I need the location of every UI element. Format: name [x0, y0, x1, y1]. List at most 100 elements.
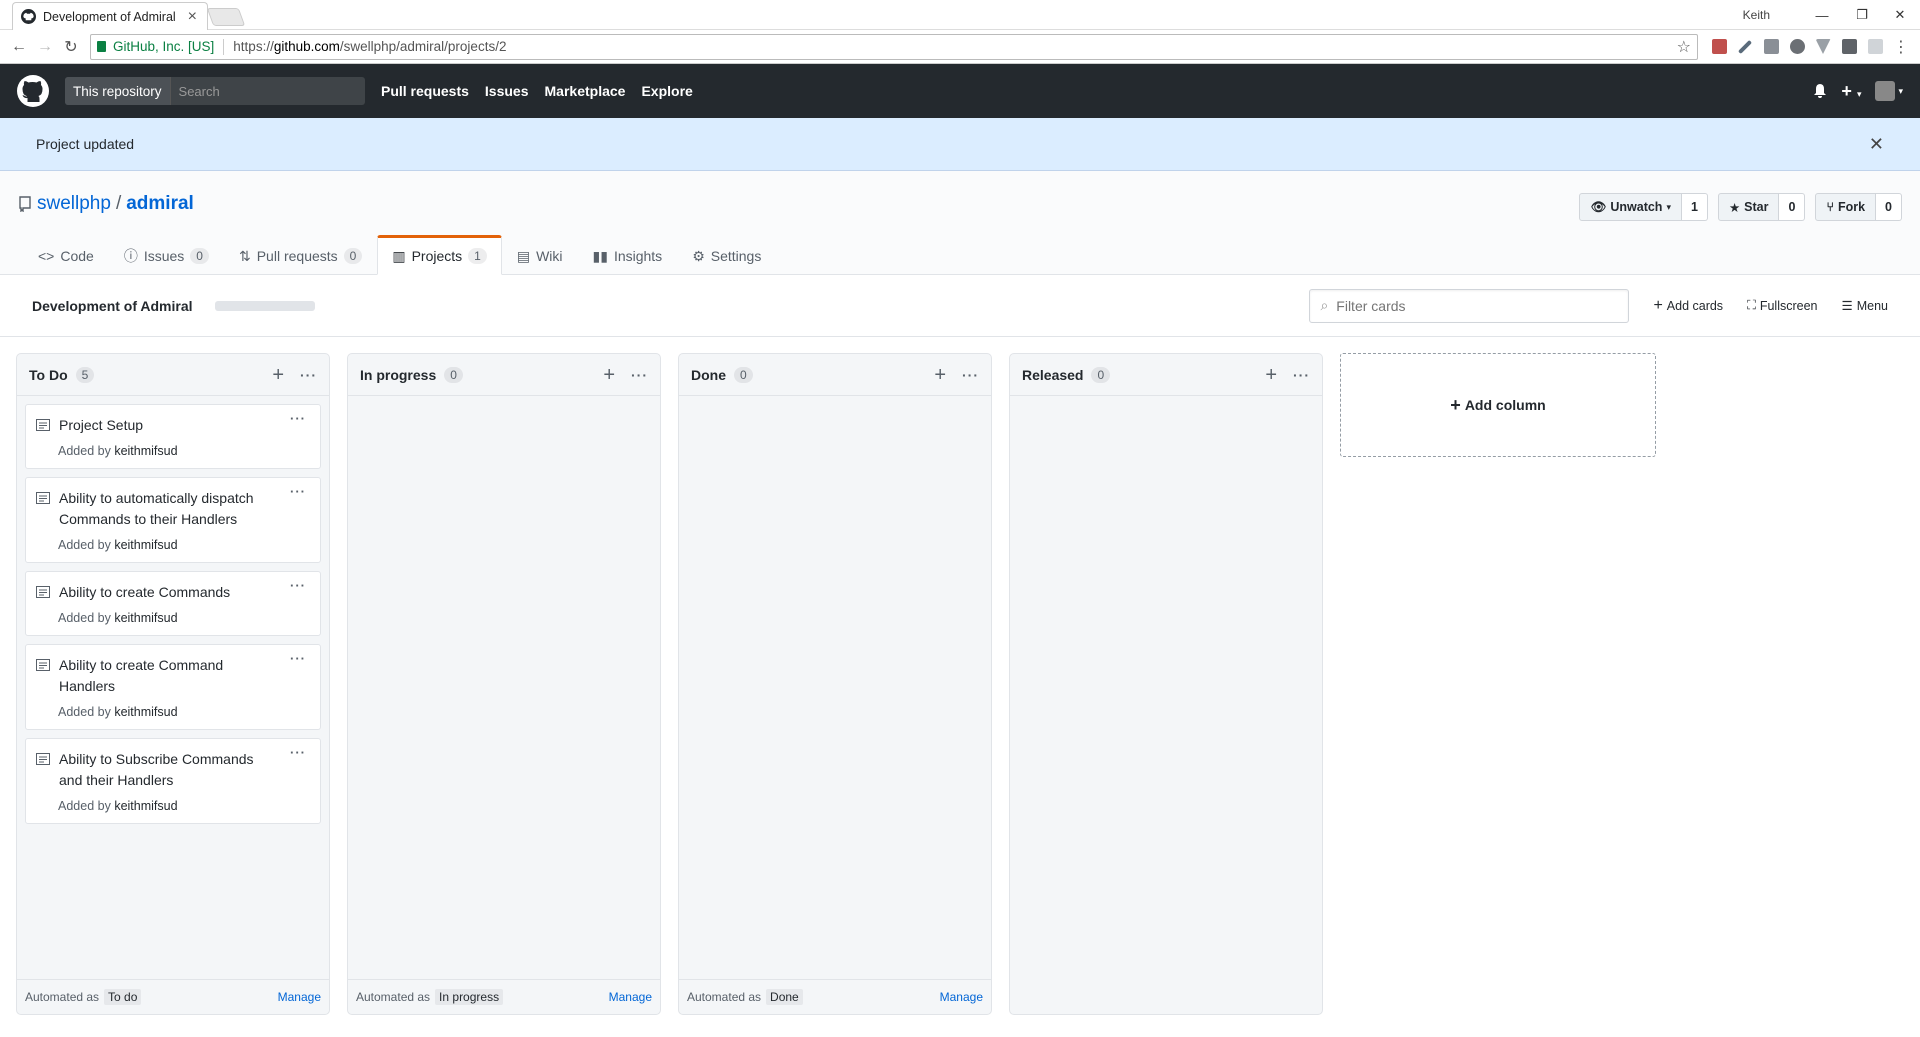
- reload-icon[interactable]: ↻: [58, 34, 84, 60]
- star-label: Star: [1744, 200, 1769, 214]
- column-header: To Do 5 + ···: [17, 354, 329, 396]
- filter-cards-input[interactable]: [1336, 297, 1619, 314]
- shield-extension-icon[interactable]: [1758, 34, 1784, 60]
- header-actions: + ▾ ▾: [1813, 81, 1903, 102]
- repo-name-link[interactable]: admiral: [126, 193, 194, 215]
- pencil-extension-icon[interactable]: [1732, 34, 1758, 60]
- tab-settings[interactable]: ⚙ Settings: [677, 235, 776, 275]
- nav-pull-requests[interactable]: Pull requests: [381, 83, 469, 99]
- card-author[interactable]: keithmifsud: [114, 538, 177, 552]
- card-meta: Added by keithmifsud: [36, 705, 310, 719]
- cast-extension-icon[interactable]: [1862, 34, 1888, 60]
- fork-count[interactable]: 0: [1876, 193, 1902, 221]
- tab-wiki[interactable]: ▤ Wiki: [502, 235, 578, 275]
- add-card-icon[interactable]: +: [934, 365, 946, 385]
- tab-wiki-label: Wiki: [536, 248, 563, 264]
- watch-count[interactable]: 1: [1681, 193, 1708, 221]
- bell-icon[interactable]: [1813, 83, 1827, 99]
- create-new-icon[interactable]: + ▾: [1841, 81, 1861, 102]
- card-menu-icon[interactable]: ···: [290, 484, 306, 499]
- card-author[interactable]: keithmifsud: [114, 444, 177, 458]
- nav-marketplace[interactable]: Marketplace: [545, 83, 626, 99]
- add-column-button[interactable]: + Add column: [1340, 353, 1656, 457]
- unwatch-button[interactable]: 👁 Unwatch ▾: [1579, 193, 1682, 221]
- project-card[interactable]: Ability to create Command Handlers Added…: [25, 644, 321, 730]
- card-author[interactable]: keithmifsud: [114, 611, 177, 625]
- tab-insights[interactable]: ▮▮ Insights: [578, 235, 678, 275]
- add-card-icon[interactable]: +: [1265, 365, 1277, 385]
- project-card[interactable]: Ability to create Commands Added by keit…: [25, 571, 321, 636]
- code-icon: <>: [38, 248, 55, 264]
- project-card[interactable]: Project Setup Added by keithmifsud ···: [25, 404, 321, 469]
- column-menu-icon[interactable]: ···: [1293, 367, 1310, 383]
- unwatch-label: Unwatch: [1610, 200, 1663, 214]
- added-by-label: Added by: [58, 705, 111, 719]
- add-cards-button[interactable]: + Add cards: [1653, 297, 1723, 315]
- tab-pull-requests[interactable]: ⇅ Pull requests 0: [224, 235, 377, 275]
- search-input[interactable]: [170, 83, 365, 99]
- chrome-menu-icon[interactable]: ⋮: [1888, 34, 1914, 60]
- card-menu-icon[interactable]: ···: [290, 578, 306, 593]
- fullscreen-button[interactable]: ⛶ Fullscreen: [1747, 298, 1817, 313]
- browser-profile-name[interactable]: Keith: [1743, 8, 1770, 22]
- minimize-icon[interactable]: —: [1802, 4, 1842, 26]
- close-tab-icon[interactable]: ×: [186, 8, 199, 26]
- password-extension-icon[interactable]: [1836, 34, 1862, 60]
- close-icon[interactable]: ✕: [1869, 134, 1884, 155]
- fork-button[interactable]: ⑂ Fork: [1815, 193, 1877, 221]
- card-title: Ability to create Commands: [36, 582, 310, 603]
- browser-toolbar: ← → ↻ GitHub, Inc. [US] https://github.c…: [0, 30, 1920, 64]
- nav-explore[interactable]: Explore: [641, 83, 692, 99]
- address-bar[interactable]: GitHub, Inc. [US] https://github.com/swe…: [90, 33, 1698, 60]
- github-logo-icon[interactable]: [17, 75, 49, 107]
- star-count[interactable]: 0: [1779, 193, 1806, 221]
- forward-icon[interactable]: →: [32, 34, 58, 60]
- star-button[interactable]: ★ Star: [1717, 193, 1780, 221]
- column-header: Released 0 + ···: [1010, 354, 1322, 396]
- gear-icon: ⚙: [692, 247, 705, 264]
- flash-notice: Project updated ✕: [0, 118, 1920, 171]
- tab-issues[interactable]: ⓘ Issues 0: [109, 235, 224, 275]
- add-card-icon[interactable]: +: [603, 365, 615, 385]
- repo-icon: [19, 196, 31, 212]
- pdf-extension-icon[interactable]: [1706, 34, 1732, 60]
- browser-tab[interactable]: Development of Admiral ×: [12, 2, 208, 30]
- bookmark-star-icon[interactable]: ☆: [1677, 37, 1691, 57]
- column-menu-icon[interactable]: ···: [300, 367, 317, 383]
- manage-automation-link[interactable]: Manage: [278, 990, 321, 1004]
- column-to-do: To Do 5 + ··· Project Setup Added by kei…: [16, 353, 330, 1015]
- add-card-icon[interactable]: +: [272, 365, 284, 385]
- card-author[interactable]: keithmifsud: [114, 705, 177, 719]
- gear-extension-icon[interactable]: [1784, 34, 1810, 60]
- repo-nav: <> Code ⓘ Issues 0 ⇅ Pull requests 0 ▥ Project…: [23, 235, 776, 275]
- restore-icon[interactable]: ❐: [1842, 4, 1882, 26]
- nav-issues[interactable]: Issues: [485, 83, 529, 99]
- card-title: Ability to create Command Handlers: [36, 655, 310, 697]
- added-by-label: Added by: [58, 799, 111, 813]
- close-window-icon[interactable]: ✕: [1880, 4, 1920, 26]
- card-meta: Added by keithmifsud: [36, 538, 310, 552]
- manage-automation-link[interactable]: Manage: [609, 990, 652, 1004]
- tab-code[interactable]: <> Code: [23, 235, 109, 275]
- fullscreen-icon: ⛶: [1747, 298, 1756, 312]
- tab-projects[interactable]: ▥ Projects 1: [377, 235, 502, 275]
- tab-settings-label: Settings: [710, 248, 762, 264]
- manage-automation-link[interactable]: Manage: [940, 990, 983, 1004]
- column-footer: Automated as Done Manage: [679, 979, 991, 1014]
- column-menu-icon[interactable]: ···: [631, 367, 648, 383]
- project-card[interactable]: Ability to automatically dispatch Comman…: [25, 477, 321, 563]
- card-menu-icon[interactable]: ···: [290, 745, 306, 760]
- user-menu[interactable]: ▾: [1875, 81, 1903, 101]
- vue-extension-icon[interactable]: [1810, 34, 1836, 60]
- back-icon[interactable]: ←: [6, 34, 32, 60]
- project-name[interactable]: Development of Admiral: [32, 298, 193, 314]
- menu-button[interactable]: ☰ Menu: [1842, 298, 1889, 314]
- card-author[interactable]: keithmifsud: [114, 799, 177, 813]
- new-tab-button[interactable]: [206, 8, 246, 26]
- repo-owner-link[interactable]: swellphp: [37, 193, 111, 215]
- project-card[interactable]: Ability to Subscribe Commands and their …: [25, 738, 321, 824]
- card-menu-icon[interactable]: ···: [290, 411, 306, 426]
- card-menu-icon[interactable]: ···: [290, 651, 306, 666]
- column-menu-icon[interactable]: ···: [962, 367, 979, 383]
- secure-indicator[interactable]: GitHub, Inc. [US]: [97, 39, 214, 54]
